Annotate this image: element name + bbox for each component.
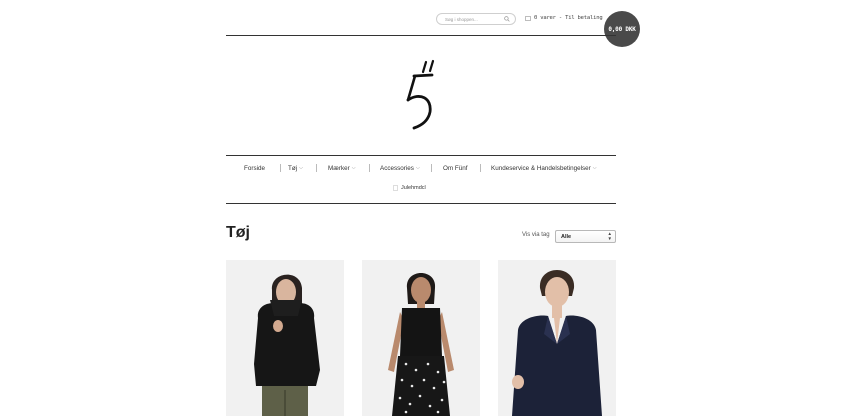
- cart-summary[interactable]: 0 varer - Til betaling: [534, 15, 603, 21]
- nav-label: Accessories: [380, 164, 414, 172]
- product-card[interactable]: [226, 260, 344, 416]
- tag-filter-select[interactable]: Alle ▲ ▼: [555, 230, 616, 243]
- nav-top-divider: [226, 155, 616, 156]
- cart-total-badge[interactable]: 0,00 DKK: [604, 11, 640, 47]
- nav-label: Om Fünf: [443, 164, 468, 172]
- nav-item-accessories[interactable]: Accessories ⌵: [380, 162, 420, 174]
- select-arrows-icon: ▲ ▼: [607, 231, 612, 241]
- chevron-down-icon: ⌵: [299, 165, 303, 171]
- image-placeholder-icon: [393, 185, 398, 191]
- nav-separator: [369, 164, 370, 172]
- nav-label: Kundeservice & Handelsbetingelser: [491, 164, 591, 172]
- fuenf-logo[interactable]: 5: [402, 58, 442, 130]
- nav-label: Tøj: [288, 164, 298, 172]
- chevron-down-icon: ⌵: [415, 165, 420, 171]
- cart-total: 0,00 DKK: [608, 25, 636, 33]
- nav-item-om-fuenf[interactable]: Om Fünf: [443, 162, 468, 174]
- search-icon[interactable]: [504, 16, 510, 22]
- nav-label: Forside: [244, 164, 265, 172]
- main-nav: Forside Tøj ⌵ Mærker ⌵ Accessories ⌵ Om …: [226, 162, 616, 176]
- chevron-down-icon: ⌵: [592, 165, 597, 171]
- product-card[interactable]: [498, 260, 616, 416]
- nav-item-maerker[interactable]: Mærker ⌵: [328, 162, 356, 174]
- chevron-down-icon: ⌵: [351, 165, 356, 171]
- nav-label: Julehmdcl: [401, 185, 426, 191]
- page-title: Tøj: [226, 224, 250, 241]
- nav-separator: [280, 164, 281, 172]
- page-container: Søg i shoppen... 0 varer - Til betaling …: [226, 0, 640, 416]
- search-input[interactable]: Søg i shoppen...: [436, 13, 516, 25]
- sort-label: Vis via tag: [522, 232, 550, 238]
- nav-item-forside[interactable]: Forside: [244, 162, 265, 174]
- nav-item-julehmdcl[interactable]: Julehmdcl: [393, 183, 426, 193]
- nav-separator: [316, 164, 317, 172]
- nav-label: Mærker: [328, 164, 350, 172]
- search-placeholder: Søg i shoppen...: [445, 17, 478, 22]
- nav-separator: [480, 164, 481, 172]
- header-divider: [226, 35, 616, 36]
- nav-item-kundeservice[interactable]: Kundeservice & Handelsbetingelser ⌵: [491, 162, 597, 174]
- product-image-polka-skirt: [362, 260, 480, 416]
- product-image-navy-blazer: [498, 260, 616, 416]
- nav-bottom-divider: [226, 203, 616, 204]
- product-image-black-coat: [226, 260, 344, 416]
- nav-item-toj[interactable]: Tøj ⌵: [288, 162, 303, 174]
- tag-filter-value: Alle: [561, 234, 572, 240]
- cart-icon[interactable]: [525, 16, 531, 21]
- nav-separator: [431, 164, 432, 172]
- product-card[interactable]: [362, 260, 480, 416]
